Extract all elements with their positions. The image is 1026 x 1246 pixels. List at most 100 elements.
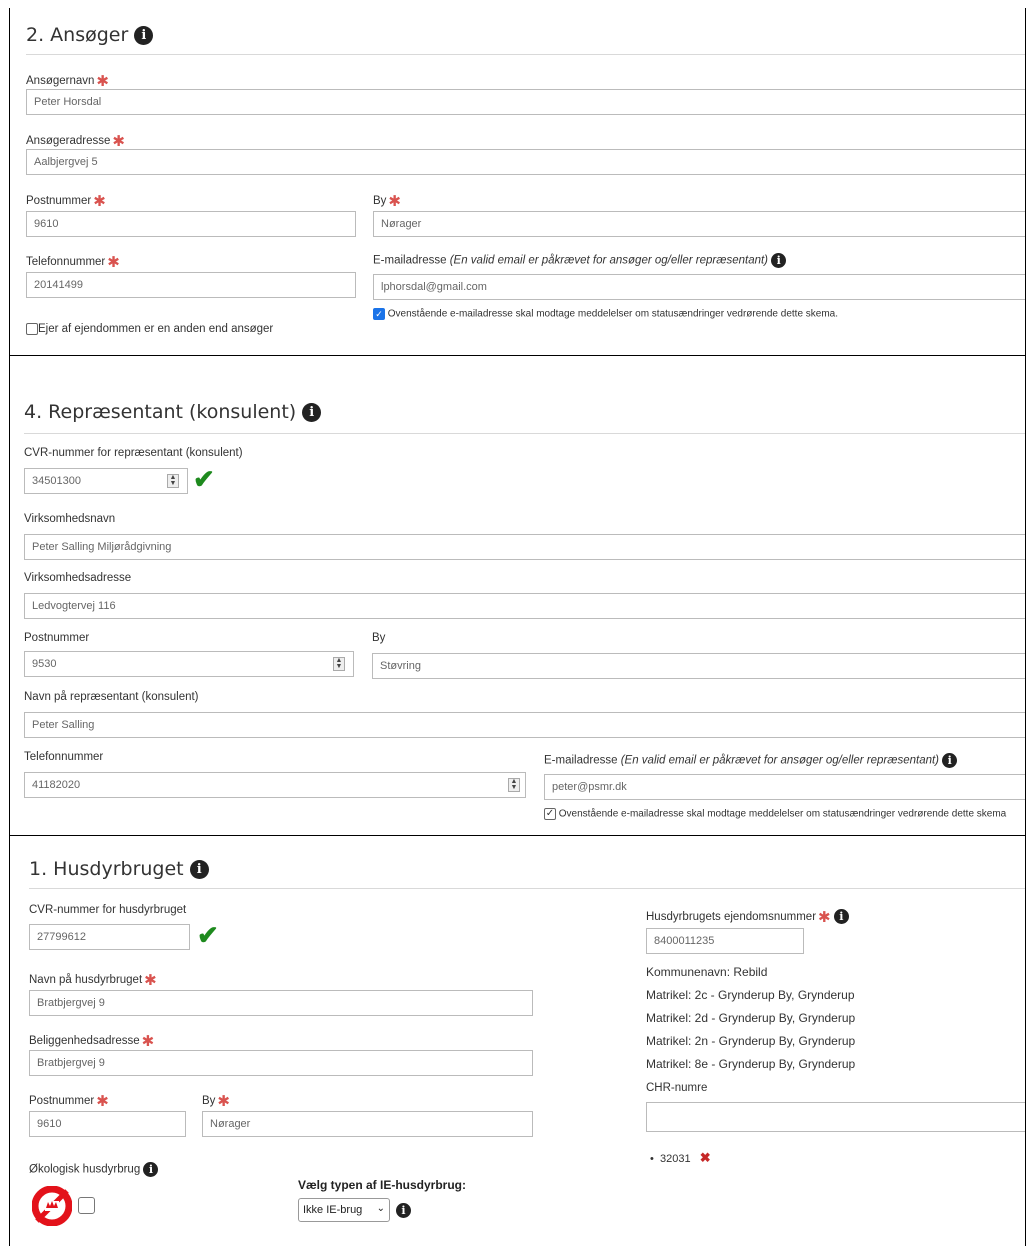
owner-label: Ejer af ejendommen er en anden end ansøg…: [38, 323, 274, 336]
representative-section-title: 4. Repræsentant (konsulent) i: [24, 401, 322, 423]
postal-input[interactable]: 9610: [26, 211, 356, 237]
chr-input[interactable]: [646, 1102, 1025, 1132]
phone-label: Telefonnummer ✱: [26, 254, 120, 271]
required-asterisk-icon: ✱: [141, 1033, 155, 1050]
city-label: By ✱: [373, 193, 401, 210]
valid-check-icon: ✔: [197, 920, 219, 950]
notify-label: Ovenstående e-mailadresse skal modtage m…: [387, 308, 839, 320]
postal-label: Postnummer ✱: [26, 193, 106, 210]
applicant-name-input[interactable]: Peter Horsdal: [26, 89, 1025, 115]
city-input[interactable]: Nørager: [202, 1111, 533, 1137]
required-asterisk-icon: ✱: [93, 193, 106, 210]
ie-type-selected: Ikke IE-brug: [303, 1204, 363, 1216]
phone-input[interactable]: 41182020: [24, 772, 526, 798]
location-input[interactable]: Bratbjergvej 9: [29, 1050, 533, 1076]
farm-section: 1. Husdyrbruget i CVR-nummer for husdyrb…: [9, 835, 1026, 1246]
info-icon[interactable]: i: [942, 753, 958, 768]
farm-name-label: Navn på husdyrbruget ✱: [29, 972, 157, 989]
city-label: By: [372, 632, 386, 644]
chr-list-item: • 32031 ✖: [650, 1150, 711, 1165]
representative-section: 4. Repræsentant (konsulent) i CVR-nummer…: [9, 355, 1026, 838]
divider: [26, 54, 1025, 55]
info-icon[interactable]: i: [771, 253, 787, 268]
postal-label: Postnummer ✱: [29, 1093, 109, 1110]
company-name-input[interactable]: Peter Salling Miljørådgivning: [24, 534, 1025, 560]
email-note: (En valid email er påkrævet for ansøger …: [449, 254, 769, 267]
chevron-down-icon: ⌄: [376, 1203, 385, 1214]
email-input[interactable]: lphorsdal@gmail.com: [373, 274, 1025, 300]
municipality-text: Kommunenavn: Rebild: [646, 965, 768, 979]
applicant-section: 2. Ansøger i Ansøgernavn ✱ Peter Horsdal …: [9, 8, 1026, 357]
info-icon[interactable]: i: [833, 909, 849, 925]
chr-number: 32031: [659, 1153, 691, 1165]
cvr-spinner[interactable]: ▲ ▼: [167, 474, 179, 488]
email-input[interactable]: peter@psmr.dk: [544, 774, 1025, 800]
owner-option[interactable]: Ejer af ejendommen er en anden end ansøg…: [26, 323, 273, 335]
applicant-name-label: Ansøgernavn ✱: [26, 73, 109, 90]
required-asterisk-icon: ✱: [96, 73, 109, 90]
owner-checkbox[interactable]: [26, 323, 38, 335]
email-note: (En valid email er påkrævet for ansøger …: [620, 754, 940, 767]
notify-label: Ovenstående e-mailadresse skal modtage m…: [558, 808, 1007, 820]
applicant-section-title: 2. Ansøger i: [26, 24, 154, 46]
phone-input[interactable]: 20141499: [26, 272, 356, 298]
cadastre-item: Matrikel: 2n - Grynderup By, Grynderup: [646, 1034, 856, 1048]
required-asterisk-icon: ✱: [144, 972, 157, 989]
cadastre-item: Matrikel: 2c - Grynderup By, Grynderup: [646, 988, 855, 1002]
phone-label: Telefonnummer: [24, 751, 104, 763]
postal-input[interactable]: 9530: [24, 651, 354, 677]
valid-check-icon: ✔: [193, 464, 215, 494]
notify-checkbox[interactable]: ✓: [373, 308, 385, 320]
location-label: Beliggenhedsadresse ✱: [29, 1033, 155, 1050]
required-asterisk-icon: ✱: [107, 254, 120, 271]
organic-label: Økologisk husdyrbrug i: [29, 1162, 159, 1177]
divider: [24, 433, 1025, 434]
section-title-text: 4. Repræsentant (konsulent): [24, 401, 297, 423]
farm-cvr-input[interactable]: 27799612: [29, 924, 190, 950]
rep-name-input[interactable]: Peter Salling: [24, 712, 1025, 738]
rep-name-label: Navn på repræsentant (konsulent): [24, 691, 199, 703]
info-icon[interactable]: i: [134, 26, 154, 45]
cadastre-item: Matrikel: 2d - Grynderup By, Grynderup: [646, 1011, 856, 1025]
info-icon[interactable]: i: [189, 860, 209, 879]
postal-spinner[interactable]: ▲ ▼: [333, 657, 345, 671]
rep-cvr-label: CVR-nummer for repræsentant (konsulent): [24, 447, 243, 459]
farm-cvr-label: CVR-nummer for husdyrbruget: [29, 904, 187, 916]
ie-type-label: Vælg typen af IE-husdyrbrug:: [298, 1178, 467, 1192]
required-asterisk-icon: ✱: [388, 193, 401, 210]
info-icon[interactable]: i: [143, 1162, 159, 1177]
email-label: E-mailadresse (En valid email er påkræve…: [373, 253, 787, 268]
required-asterisk-icon: ✱: [818, 909, 831, 926]
ie-type-select[interactable]: Ikke IE-brug ⌄: [298, 1198, 390, 1222]
company-address-input[interactable]: Ledvogtervej 116: [24, 593, 1025, 619]
notify-option[interactable]: ✓ Ovenstående e-mailadresse skal modtage…: [544, 808, 1006, 820]
chr-label: CHR-numre: [646, 1082, 708, 1094]
postal-input[interactable]: 9610: [29, 1111, 186, 1137]
email-label: E-mailadresse (En valid email er påkræve…: [544, 753, 958, 768]
company-address-label: Virksomhedsadresse: [24, 572, 132, 584]
oe-logo-icon: [31, 1185, 73, 1227]
property-number-input[interactable]: 8400011235: [646, 928, 804, 954]
required-asterisk-icon: ✱: [217, 1093, 230, 1110]
cadastre-item: Matrikel: 8e - Grynderup By, Grynderup: [646, 1057, 856, 1071]
city-input[interactable]: Nørager: [373, 211, 1025, 237]
remove-x-icon[interactable]: ✖: [700, 1150, 711, 1165]
organic-checkbox[interactable]: [78, 1197, 95, 1214]
required-asterisk-icon: ✱: [96, 1093, 109, 1110]
section-title-text: 1. Husdyrbruget: [29, 858, 184, 880]
info-icon[interactable]: i: [302, 403, 322, 422]
notify-checkbox[interactable]: ✓: [544, 808, 556, 820]
info-icon[interactable]: i: [396, 1203, 411, 1218]
section-title-text: 2. Ansøger: [26, 24, 129, 46]
farm-name-input[interactable]: Bratbjergvej 9: [29, 990, 533, 1016]
notify-option[interactable]: ✓ Ovenstående e-mailadresse skal modtage…: [373, 308, 838, 320]
company-name-label: Virksomhedsnavn: [24, 513, 116, 525]
farm-section-title: 1. Husdyrbruget i: [29, 858, 209, 880]
rep-cvr-input[interactable]: 34501300: [24, 468, 188, 494]
postal-label: Postnummer: [24, 632, 90, 644]
phone-spinner[interactable]: ▲ ▼: [508, 778, 520, 792]
city-input[interactable]: Støvring: [372, 653, 1025, 679]
applicant-address-input[interactable]: Aalbjergvej 5: [26, 149, 1025, 175]
city-label: By ✱: [202, 1093, 230, 1110]
applicant-address-label: Ansøgeradresse ✱: [26, 133, 125, 150]
